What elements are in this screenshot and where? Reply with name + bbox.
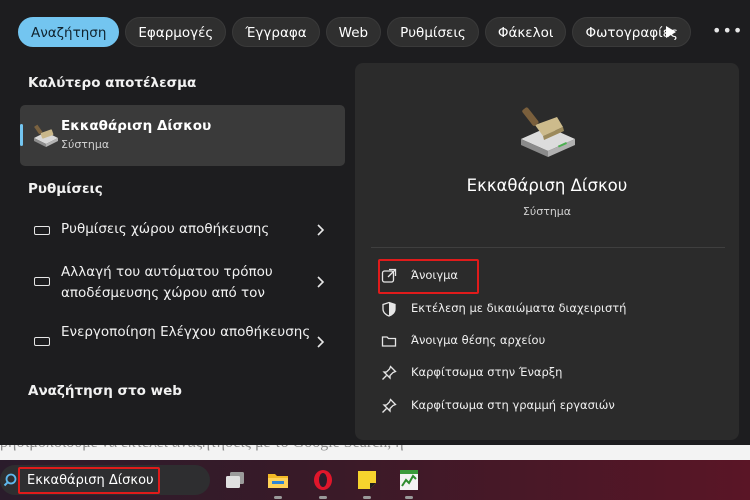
results-panel: Καλύτερο αποτέλεσμα Εκκαθάριση Δίσκου Σύ… [0, 60, 355, 440]
divider [371, 247, 725, 248]
detail-panel: Εκκαθάριση Δίσκου Σύστημα Άνοιγμα Εκτέλε… [355, 63, 739, 440]
running-indicator [405, 496, 413, 499]
sticky-notes-icon[interactable] [355, 468, 379, 492]
tab-settings[interactable]: Ρυθμίσεις [387, 17, 479, 47]
storage-icon [34, 277, 50, 286]
setting-label: Ενεργοποίηση Ελέγχου αποθήκευσης [61, 324, 311, 340]
detail-app-name: Εκκαθάριση Δίσκου [466, 176, 628, 195]
running-indicator [319, 496, 327, 499]
background-webpage: ρησιμοποιούμε να εκτελεί αναζητήσεις με … [0, 440, 750, 460]
disk-cleanup-icon [34, 124, 58, 147]
task-view-icon[interactable] [223, 468, 247, 492]
action-label: Καρφίτσωμα στη γραμμή εργασιών [411, 398, 615, 412]
best-match-name: Εκκαθάριση Δίσκου [61, 118, 212, 134]
action-pin-to-start[interactable]: Καρφίτσωμα στην Έναρξη [381, 363, 711, 387]
best-match-item[interactable]: Εκκαθάριση Δίσκου Σύστημα [20, 105, 345, 166]
action-label: Άνοιγμα θέσης αρχείου [411, 333, 546, 347]
running-indicator [363, 496, 371, 499]
setting-item-storage-sense[interactable]: Ενεργοποίηση Ελέγχου αποθήκευσης [20, 322, 345, 366]
search-icon [3, 473, 17, 487]
chevron-right-icon [317, 224, 325, 236]
opera-icon[interactable] [311, 468, 335, 492]
shield-icon [382, 301, 396, 317]
search-highlight-box [18, 467, 160, 494]
chevron-right-icon [317, 336, 325, 348]
detail-app-category: Σύστημα [522, 205, 572, 218]
pin-icon [382, 365, 397, 380]
tab-search[interactable]: Αναζήτηση [18, 17, 120, 47]
web-search-heading[interactable]: Αναζήτηση στο web [28, 383, 182, 399]
action-pin-to-taskbar[interactable]: Καρφίτσωμα στη γραμμή εργασιών [381, 396, 711, 420]
setting-item-storage[interactable]: Ρυθμίσεις χώρου αποθήκευσης [20, 218, 345, 244]
storage-icon [34, 337, 50, 346]
more-options-icon[interactable]: ••• [712, 22, 742, 42]
running-indicator [274, 496, 282, 499]
search-filter-tabs: Αναζήτηση Εφαρμογές Έγγραφα Web Ρυθμίσει… [18, 16, 691, 48]
best-match-heading: Καλύτερο αποτέλεσμα [28, 75, 197, 91]
settings-heading: Ρυθμίσεις [28, 181, 103, 197]
folder-icon [381, 336, 397, 347]
more-tabs-play-icon[interactable] [660, 22, 680, 42]
storage-icon [34, 226, 50, 235]
action-open-file-location[interactable]: Άνοιγμα θέσης αρχείου [381, 331, 711, 355]
selection-indicator [20, 124, 23, 146]
tab-documents[interactable]: Έγγραφα [232, 17, 320, 47]
file-explorer-icon[interactable] [266, 468, 290, 492]
panel-shadow-edge [0, 440, 750, 445]
tab-web[interactable]: Web [325, 17, 382, 47]
tab-apps[interactable]: Εφαρμογές [125, 17, 227, 47]
pin-icon [382, 398, 397, 413]
task-manager-icon[interactable] [397, 468, 421, 492]
setting-label: Ρυθμίσεις χώρου αποθήκευσης [61, 221, 270, 237]
tab-folders[interactable]: Φάκελοι [484, 17, 567, 47]
setting-item-free-space[interactable]: Αλλαγή του αυτόματου τρόπου αποδέσμευσης… [20, 262, 345, 306]
action-label: Εκτέλεση με δικαιώματα διαχειριστή [411, 301, 627, 315]
chevron-right-icon [317, 276, 325, 288]
action-run-as-admin[interactable]: Εκτέλεση με δικαιώματα διαχειριστή [381, 299, 711, 323]
disk-cleanup-icon [521, 107, 575, 157]
open-action-highlight-box [378, 259, 479, 294]
setting-label: Αλλαγή του αυτόματου τρόπου αποδέσμευσης… [61, 264, 273, 301]
best-match-category: Σύστημα [61, 138, 110, 151]
action-label: Καρφίτσωμα στην Έναρξη [411, 365, 563, 379]
